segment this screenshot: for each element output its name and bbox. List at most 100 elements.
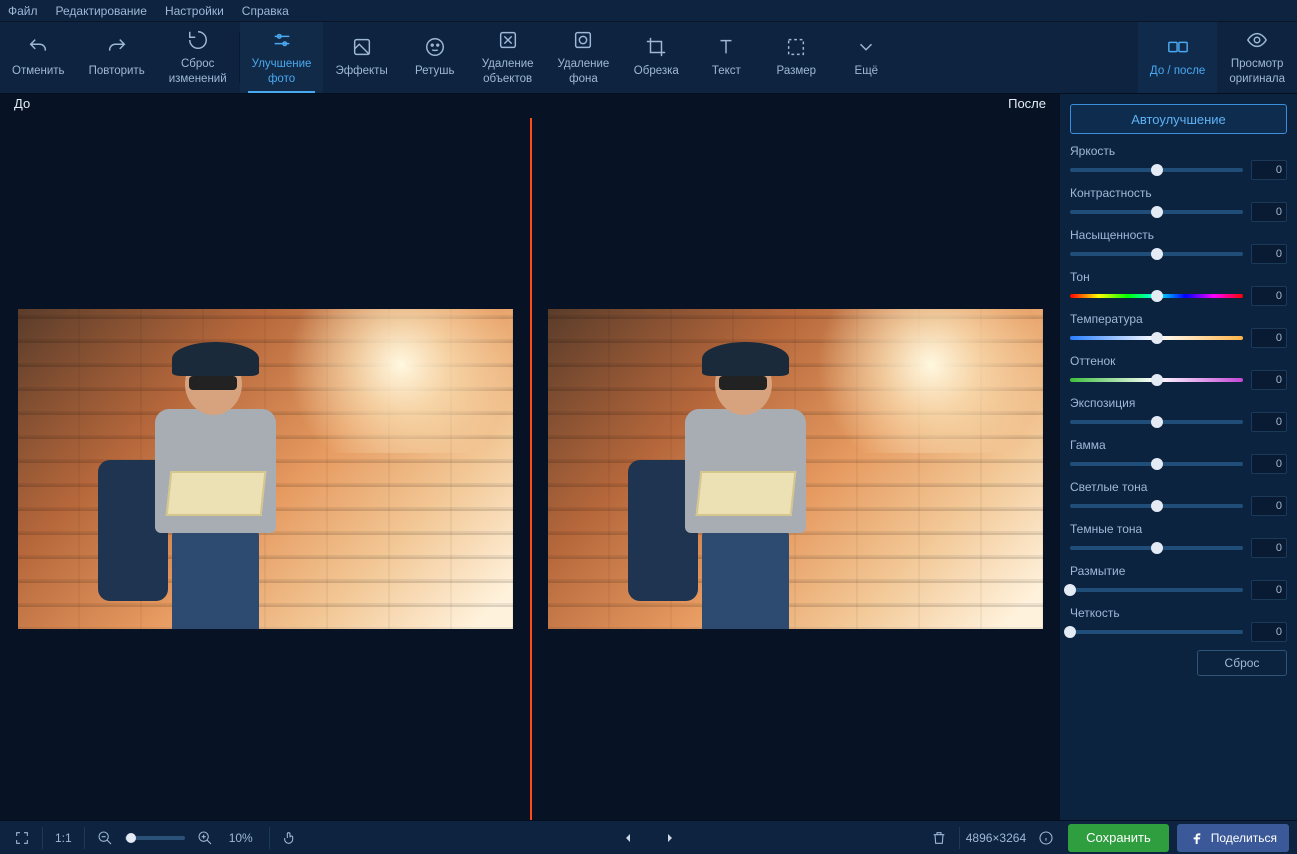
slider-thumb[interactable] <box>1151 542 1163 554</box>
after-label: После <box>1008 96 1046 116</box>
slider-label: Размытие <box>1070 564 1287 578</box>
slider-value[interactable]: 0 <box>1251 244 1287 264</box>
compare-divider[interactable] <box>530 118 532 820</box>
crop-button[interactable]: Обрезка <box>621 22 691 93</box>
next-icon <box>662 830 678 846</box>
more-button[interactable]: Ещё <box>831 22 901 93</box>
retouch-button[interactable]: Ретушь <box>400 22 470 93</box>
before-after-button[interactable]: До / после <box>1138 22 1217 93</box>
undo-button[interactable]: Отменить <box>0 22 77 93</box>
share-label: Поделиться <box>1211 831 1277 845</box>
slider-thumb[interactable] <box>1151 290 1163 302</box>
slider-track[interactable] <box>1070 294 1243 298</box>
zoom-percent: 10% <box>229 831 253 845</box>
slider-thumb[interactable] <box>1151 248 1163 260</box>
chevron-down-icon <box>855 36 877 58</box>
size-icon <box>785 36 807 58</box>
slider-track[interactable] <box>1070 630 1243 634</box>
fullscreen-icon <box>14 830 30 846</box>
zoom-1to1[interactable]: 1:1 <box>55 831 72 845</box>
reset-sliders-button[interactable]: Сброс <box>1197 650 1287 676</box>
slider-label: Экспозиция <box>1070 396 1287 410</box>
slider-value[interactable]: 0 <box>1251 580 1287 600</box>
crop-label: Обрезка <box>634 64 679 78</box>
slider-thumb[interactable] <box>1151 416 1163 428</box>
enhance-button[interactable]: Улучшение фото <box>240 22 324 93</box>
slider-track[interactable] <box>1070 378 1243 382</box>
zoom-out-button[interactable] <box>91 824 119 852</box>
slider-value[interactable]: 0 <box>1251 412 1287 432</box>
slider-thumb[interactable] <box>1151 500 1163 512</box>
slider-thumb[interactable] <box>1151 458 1163 470</box>
menu-help[interactable]: Справка <box>242 4 289 18</box>
undo-label: Отменить <box>12 64 65 78</box>
zoom-slider[interactable] <box>125 836 185 840</box>
slider-thumb[interactable] <box>1151 374 1163 386</box>
slider-track[interactable] <box>1070 462 1243 466</box>
slider-thumb[interactable] <box>1064 584 1076 596</box>
slider-track[interactable] <box>1070 588 1243 592</box>
slider-thumb[interactable] <box>1064 626 1076 638</box>
slider-value[interactable]: 0 <box>1251 328 1287 348</box>
hand-icon <box>282 830 298 846</box>
slider-row: Размытие 0 <box>1070 564 1287 600</box>
slider-label: Температура <box>1070 312 1287 326</box>
slider-label: Тон <box>1070 270 1287 284</box>
slider-thumb[interactable] <box>1151 164 1163 176</box>
slider-value[interactable]: 0 <box>1251 370 1287 390</box>
slider-thumb[interactable] <box>1151 206 1163 218</box>
enhance-label: Улучшение фото <box>252 57 312 86</box>
delete-button[interactable] <box>925 824 953 852</box>
slider-track[interactable] <box>1070 420 1243 424</box>
text-label: Текст <box>712 64 741 78</box>
slider-track[interactable] <box>1070 504 1243 508</box>
before-image[interactable] <box>18 309 513 629</box>
menu-edit[interactable]: Редактирование <box>56 4 147 18</box>
slider-thumb[interactable] <box>1151 332 1163 344</box>
menu-settings[interactable]: Настройки <box>165 4 224 18</box>
slider-value[interactable]: 0 <box>1251 622 1287 642</box>
slider-value[interactable]: 0 <box>1251 202 1287 222</box>
prev-image-button[interactable] <box>614 824 642 852</box>
fullscreen-button[interactable] <box>8 824 36 852</box>
slider-label: Оттенок <box>1070 354 1287 368</box>
save-button[interactable]: Сохранить <box>1068 824 1169 852</box>
next-image-button[interactable] <box>656 824 684 852</box>
effects-button[interactable]: Эффекты <box>323 22 399 93</box>
slider-value[interactable]: 0 <box>1251 496 1287 516</box>
reset-icon <box>187 29 209 51</box>
slider-value[interactable]: 0 <box>1251 160 1287 180</box>
slider-track[interactable] <box>1070 210 1243 214</box>
slider-value[interactable]: 0 <box>1251 454 1287 474</box>
after-image[interactable] <box>548 309 1043 629</box>
retouch-label: Ретушь <box>415 64 455 78</box>
redo-button[interactable]: Повторить <box>77 22 157 93</box>
remove-bg-label: Удаление фона <box>558 57 610 86</box>
pan-button[interactable] <box>276 824 304 852</box>
slider-track[interactable] <box>1070 336 1243 340</box>
undo-icon <box>27 36 49 58</box>
slider-track[interactable] <box>1070 546 1243 550</box>
view-original-label: Просмотр оригинала <box>1229 57 1285 86</box>
menu-file[interactable]: Файл <box>8 4 38 18</box>
slider-row: Светлые тона0 <box>1070 480 1287 516</box>
zoom-in-button[interactable] <box>191 824 219 852</box>
share-button[interactable]: Поделиться <box>1177 824 1289 852</box>
slider-value[interactable]: 0 <box>1251 286 1287 306</box>
effects-label: Эффекты <box>335 64 387 78</box>
slider-track[interactable] <box>1070 252 1243 256</box>
slider-track[interactable] <box>1070 168 1243 172</box>
remove-bg-button[interactable]: Удаление фона <box>546 22 622 93</box>
info-button[interactable] <box>1032 824 1060 852</box>
text-button[interactable]: Текст <box>691 22 761 93</box>
view-original-button[interactable]: Просмотр оригинала <box>1217 22 1297 93</box>
auto-enhance-button[interactable]: Автоулучшение <box>1070 104 1287 134</box>
remove-objects-button[interactable]: Удаление объектов <box>470 22 546 93</box>
size-button[interactable]: Размер <box>761 22 831 93</box>
reset-label: Сброс изменений <box>169 57 227 86</box>
reset-changes-button[interactable]: Сброс изменений <box>157 22 239 93</box>
slider-row: Темные тона0 <box>1070 522 1287 558</box>
slider-label: Гамма <box>1070 438 1287 452</box>
bg-remove-icon <box>572 29 594 51</box>
slider-value[interactable]: 0 <box>1251 538 1287 558</box>
